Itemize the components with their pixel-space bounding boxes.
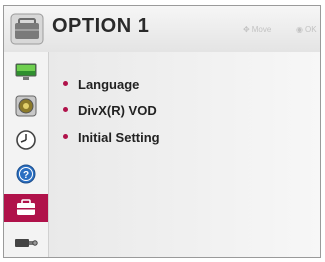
sidebar-item-time[interactable] <box>4 126 48 154</box>
bullet-icon <box>63 81 68 87</box>
menu-item-divx-vod[interactable]: DivX(R) VOD <box>63 103 157 118</box>
sidebar-item-audio[interactable] <box>4 92 48 120</box>
sidebar-item-help[interactable]: ? <box>4 160 48 188</box>
option-menu-window: OPTION 1 ✥ Move ◉ OK ? Language DivX(R) … <box>3 5 321 258</box>
clock-icon <box>16 130 36 150</box>
toolbox-icon <box>10 13 44 45</box>
sidebar-item-picture[interactable] <box>4 58 48 86</box>
menu-content: Language DivX(R) VOD Initial Setting <box>49 52 320 257</box>
menu-header: OPTION 1 ✥ Move ◉ OK <box>4 6 320 53</box>
sidebar-item-input[interactable] <box>4 228 48 256</box>
bullet-icon <box>63 134 68 140</box>
menu-item-initial-setting[interactable]: Initial Setting <box>63 130 160 145</box>
toolbox-icon <box>17 199 35 215</box>
bullet-icon <box>63 107 68 113</box>
input-device-icon <box>15 239 38 247</box>
ok-dot-icon: ◉ <box>296 25 303 34</box>
sidebar-item-option[interactable] <box>4 194 48 222</box>
move-hint: ✥ Move <box>243 25 272 34</box>
sidebar: ? <box>4 52 49 257</box>
menu-item-language[interactable]: Language <box>63 77 139 92</box>
speaker-icon <box>15 95 37 117</box>
page-title: OPTION 1 <box>52 15 150 37</box>
ok-hint: ◉ OK <box>296 25 317 34</box>
picture-icon <box>15 63 37 80</box>
arrows-icon: ✥ <box>243 25 250 34</box>
svg-text:?: ? <box>23 170 29 181</box>
help-icon: ? <box>16 164 36 184</box>
